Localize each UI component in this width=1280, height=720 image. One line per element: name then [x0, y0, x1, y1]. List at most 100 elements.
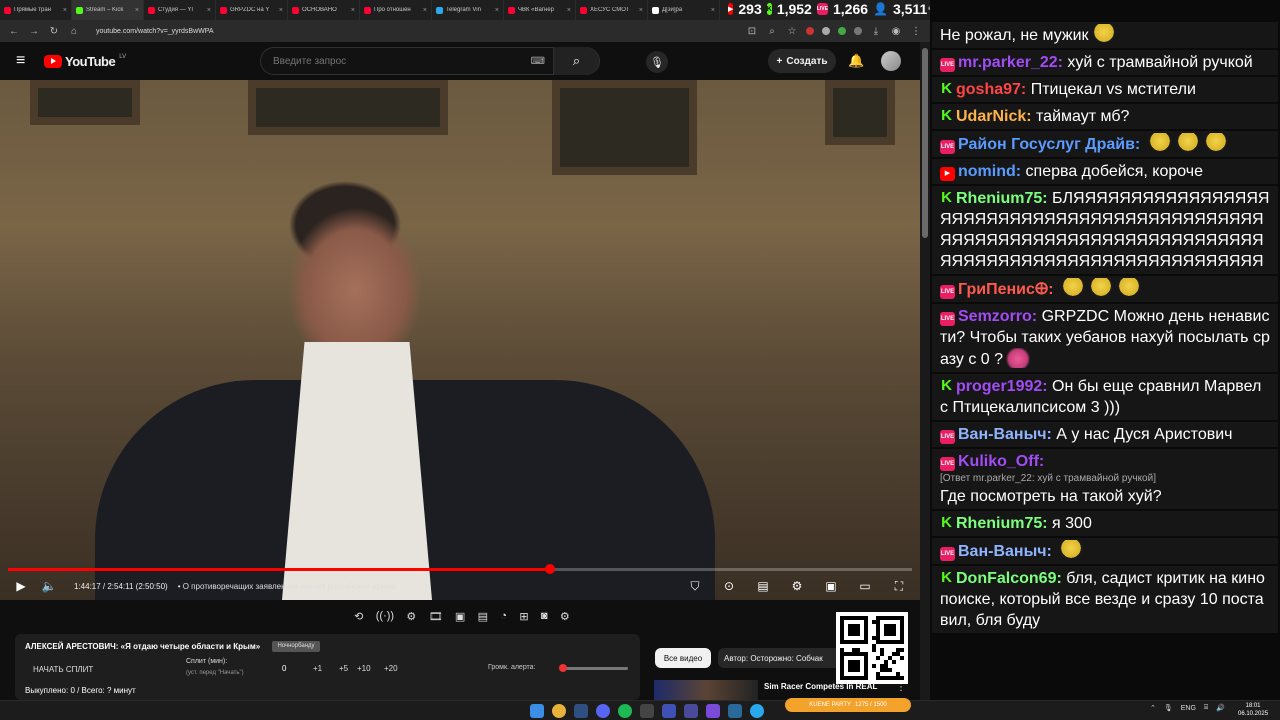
chapter-title[interactable]: • О противоречащих заявлениях насчет рос… [178, 582, 396, 591]
browser-tab[interactable]: GRPZDC на Y × [216, 0, 288, 20]
picture-in-picture-icon[interactable]: ▣ [455, 610, 465, 623]
settings-screen-icon[interactable]: ⚙ [406, 610, 416, 623]
fullscreen-icon[interactable]: ⛶ [890, 579, 908, 594]
miniplayer-icon[interactable]: ▣ [822, 579, 840, 593]
add-box-icon[interactable]: ⊞ [519, 610, 528, 623]
gear-icon[interactable]: ⚙ [560, 610, 570, 623]
tab-close-icon[interactable]: × [207, 7, 211, 14]
hamburger-menu-icon[interactable]: ≡ [16, 53, 32, 69]
start-split-button[interactable]: НАЧАТЬ СПЛИТ [25, 662, 129, 676]
chat-username[interactable]: Kuliko_Off: [958, 453, 1044, 470]
chat-username[interactable]: DonFalcon69: [956, 570, 1062, 587]
keyboard-icon[interactable]: ⌨ [531, 56, 545, 67]
discord-icon[interactable] [596, 704, 610, 718]
chat-username[interactable]: Rhenium75: [956, 190, 1048, 207]
film-icon[interactable]: 🎞 [429, 610, 443, 623]
browser-tab[interactable]: Telegram Vin × [432, 0, 504, 20]
tab-close-icon[interactable]: × [279, 7, 283, 14]
install-icon[interactable]: ⊡ [746, 26, 758, 37]
chat-username[interactable]: gosha97: [956, 81, 1026, 98]
chat-username[interactable]: mr.parker_22: [958, 54, 1063, 71]
extension-icon[interactable] [822, 27, 830, 35]
chat-username[interactable]: proger1992: [956, 378, 1048, 395]
browser-tab[interactable]: Студия — YI × [144, 0, 216, 20]
settings-gear-icon[interactable]: ⚙ [788, 579, 806, 593]
bookmark-star-icon[interactable]: ☆ [786, 26, 798, 37]
extension-icon[interactable] [854, 27, 862, 35]
chat-username[interactable]: Ван-Ваныч: [958, 543, 1052, 560]
filmstrip-icon[interactable]: ▤ [478, 610, 488, 623]
url-field[interactable]: youtube.com/watch?v=_yyrdsBwWPA [88, 28, 738, 35]
tab-close-icon[interactable]: × [423, 7, 427, 14]
alert-volume-handle[interactable] [559, 664, 568, 672]
notifications-bell-icon[interactable]: 🔔 [848, 53, 864, 69]
input-language[interactable]: ENG [1181, 705, 1196, 712]
chat-username[interactable]: Rhenium75: [956, 515, 1048, 532]
back-icon[interactable]: ← [8, 26, 20, 37]
microphone-icon[interactable]: 🎙 [646, 51, 668, 73]
video-player[interactable]: ▶ 🔈 1:44:17 / 2:54:11 (2:50:50) • О прот… [0, 80, 920, 600]
download-icon[interactable]: ⤓ [870, 26, 882, 37]
tab-close-icon[interactable]: × [567, 7, 571, 14]
telegram-icon[interactable] [750, 704, 764, 718]
search-input[interactable] [261, 55, 531, 67]
app-icon[interactable] [706, 704, 720, 718]
browser-tab[interactable]: Про отношен × [360, 0, 432, 20]
windows-start-icon[interactable] [530, 704, 544, 718]
browser-tab[interactable]: ОСНОВАНО × [288, 0, 360, 20]
page-scrollbar[interactable] [920, 42, 930, 700]
game-progress-badge[interactable]: KUENE PARTY 1275 / 1500 [785, 698, 911, 712]
alert-volume-slider[interactable] [559, 664, 628, 672]
browser-tab[interactable]: Прямые тран × [0, 0, 72, 20]
theater-mode-icon[interactable]: ▭ [856, 579, 874, 593]
system-clock[interactable]: 18:01 06.10.2025 [1238, 702, 1268, 718]
subtitles-icon[interactable]: ▤ [754, 579, 772, 593]
microphone-icon[interactable]: 🎙 [1164, 704, 1173, 712]
scrollbar-thumb[interactable] [922, 48, 928, 238]
profile-icon[interactable]: ◉ [890, 26, 902, 37]
split-increment-button[interactable]: +20 [384, 664, 398, 673]
speedometer-icon[interactable]: ◔ [500, 610, 507, 622]
create-button[interactable]: + Создать [768, 49, 836, 73]
forward-icon[interactable]: → [28, 26, 40, 37]
extension-icon[interactable] [806, 27, 814, 35]
app-icon[interactable] [728, 704, 742, 718]
chrome-icon[interactable] [552, 704, 566, 718]
tab-close-icon[interactable]: × [639, 7, 643, 14]
camera-icon[interactable]: ◙ [541, 610, 548, 622]
media-player-icon[interactable] [684, 704, 698, 718]
split-increment-button[interactable]: +1 [313, 664, 322, 673]
split-increment-button[interactable]: +10 [357, 664, 371, 673]
chat-username[interactable]: Ван-Ваныч: [958, 426, 1052, 443]
split-increment-button[interactable]: +5 [339, 664, 348, 673]
search-button[interactable]: ⌕ [553, 47, 599, 75]
chip-author[interactable]: Автор: Осторожно: Собчак [718, 648, 842, 668]
play-icon[interactable]: ▶ [12, 579, 30, 593]
network-icon[interactable]: ⌸ [1204, 704, 1208, 712]
extension-icon[interactable] [838, 27, 846, 35]
chat-username[interactable]: ГриПенис🜨: [958, 281, 1054, 298]
steam-icon[interactable] [574, 704, 588, 718]
chip-all-videos[interactable]: Все видео [655, 648, 711, 668]
tab-close-icon[interactable]: × [495, 7, 499, 14]
video-progress-bar[interactable] [8, 564, 912, 574]
zoom-icon[interactable]: ⌕ [766, 26, 778, 37]
autoplay-toggle[interactable]: ⊙ [720, 579, 738, 593]
chevron-up-icon[interactable]: ⌃ [1150, 704, 1156, 712]
chat-username[interactable]: Semzorro: [958, 308, 1037, 325]
youtube-logo[interactable]: YouTube LV [44, 54, 126, 69]
tab-close-icon[interactable]: × [351, 7, 355, 14]
split-value[interactable]: 0 [282, 664, 286, 673]
browser-tab[interactable]: Stream – Kick × [72, 0, 144, 20]
browser-tab[interactable]: ХЕСУС СМОТ × [576, 0, 648, 20]
tab-close-icon[interactable]: × [63, 7, 67, 14]
spotify-icon[interactable] [618, 704, 632, 718]
avatar[interactable] [881, 51, 901, 71]
repeat-icon[interactable]: ⟲ [354, 610, 363, 623]
tab-close-icon[interactable]: × [135, 7, 139, 14]
broadcast-icon[interactable]: ((·)) [376, 610, 394, 622]
obs-icon[interactable] [640, 704, 654, 718]
tab-close-icon[interactable]: × [711, 7, 715, 14]
browser-tab[interactable]: Д[зи]ра × [648, 0, 720, 20]
browser-tab[interactable]: ЧВК «Вагнер × [504, 0, 576, 20]
